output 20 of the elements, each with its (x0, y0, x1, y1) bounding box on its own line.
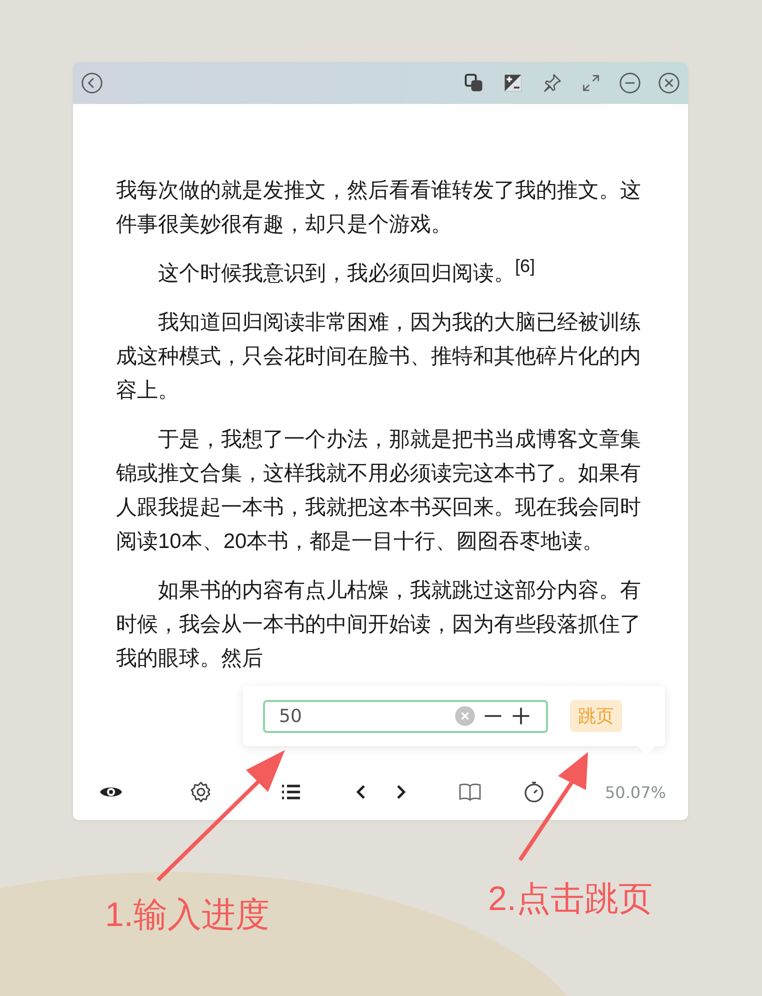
paragraph: 这个时候我意识到，我必须回归阅读。$^{[6]}$ (157, 257, 536, 287)
paragraph: 如果书的内容有点儿枯燥，我就跳过这部分内容。有时候，我会从一本书的中间开始读，因为有些段落抓住了我的眼球。然后 (116, 578, 642, 672)
annotation-text: 1.输入进度 (105, 895, 270, 936)
paragraph: 我每次做的就是发推文，然后看看谁转发了我的推文。这件事很美妙很有趣，却只是个游戏。 (116, 178, 642, 238)
back-icon[interactable] (81, 72, 103, 94)
plus-icon[interactable] (510, 705, 532, 727)
minimize-icon[interactable] (619, 72, 641, 94)
expand-icon[interactable] (580, 72, 602, 94)
progress-percent: 50.07% (604, 782, 666, 802)
pin-icon[interactable] (541, 72, 563, 94)
progress-field[interactable]: 50 (263, 700, 548, 732)
progress-input[interactable]: 50 (277, 704, 448, 728)
paragraph: 于是，我想了一个办法，那就是把书当成博客文章集锦或推文合集，这样我就不用必须读完这本书了。如果有人跟我提起一本书，我就把这本书买回来。现在我会同时阅读10本、20本书，都是一目十行、囫囵吞枣地读。 (116, 427, 642, 555)
contrast-icon[interactable] (502, 72, 524, 94)
paragraph: 我知道回归阅读非常困难，因为我的大脑已经被训练成这种模式，只会花时间在脸书、推特和其他碎片化的内容上。 (116, 310, 642, 404)
settings-icon[interactable] (189, 780, 213, 804)
timer-icon[interactable] (522, 780, 546, 804)
copy-icon[interactable] (463, 72, 485, 94)
close-icon[interactable] (658, 72, 680, 94)
annotation-text: 2.点击跳页 (488, 879, 652, 920)
